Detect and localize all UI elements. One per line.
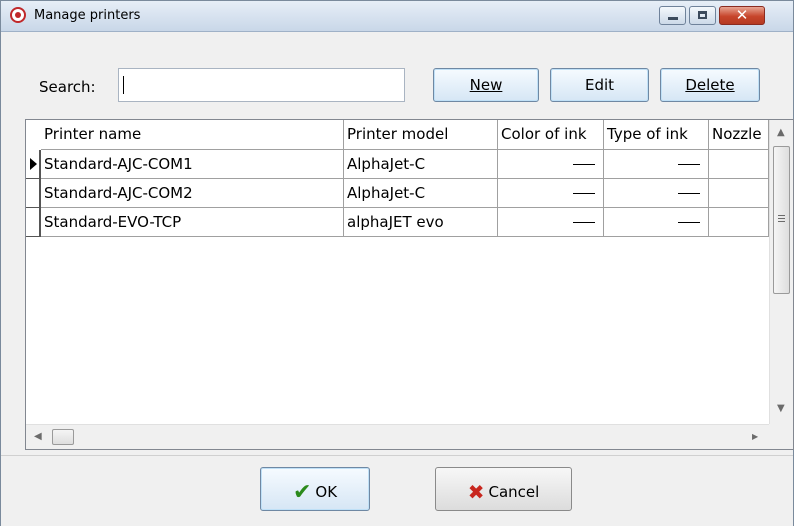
grip-line <box>778 218 785 219</box>
row-header[interactable] <box>26 208 41 237</box>
grip-line <box>778 215 785 216</box>
printers-grid[interactable]: Printer name Printer model Color of ink … <box>25 119 794 450</box>
grid-corner <box>26 120 42 150</box>
close-button[interactable]: ✕ <box>719 6 765 25</box>
cell-printer-name[interactable]: Standard-EVO-TCP <box>41 208 344 237</box>
cell-printer-model[interactable]: AlphaJet-C <box>344 150 498 179</box>
new-button[interactable]: New <box>433 68 539 102</box>
search-label: Search: <box>39 78 96 96</box>
column-header-type-of-ink[interactable]: Type of ink <box>604 120 709 150</box>
minimize-icon <box>668 17 678 20</box>
cell-type-of-ink[interactable] <box>604 179 709 208</box>
cell-printer-model[interactable]: AlphaJet-C <box>344 179 498 208</box>
column-header-printer-model[interactable]: Printer model <box>344 120 498 150</box>
row-header[interactable] <box>26 150 41 179</box>
scroll-right-arrow-icon[interactable]: ▶ <box>752 432 758 442</box>
scroll-down-arrow-icon[interactable]: ▼ <box>777 404 785 414</box>
delete-button[interactable]: Delete <box>660 68 760 102</box>
checkmark-icon: ✔ <box>292 480 312 505</box>
app-icon <box>10 7 26 23</box>
empty-value-dash <box>573 164 595 165</box>
grip-line <box>778 221 785 222</box>
ok-button-label: OK <box>315 483 338 501</box>
vertical-scrollbar[interactable]: ▲ ▼ <box>769 120 793 424</box>
vertical-scroll-thumb[interactable] <box>773 146 790 294</box>
maximize-icon <box>698 11 707 19</box>
ok-button[interactable]: ✔ OK <box>260 467 370 511</box>
cell-nozzle[interactable] <box>709 150 769 179</box>
column-header-color-of-ink[interactable]: Color of ink <box>498 120 604 150</box>
search-input[interactable] <box>118 68 405 102</box>
cell-printer-name[interactable]: Standard-AJC-COM1 <box>41 150 344 179</box>
close-icon: ✕ <box>735 6 749 24</box>
edit-button-label: Edit <box>584 76 615 94</box>
new-button-label: New <box>469 76 503 94</box>
cell-color-of-ink[interactable] <box>498 208 604 237</box>
window-title: Manage printers <box>34 8 141 23</box>
empty-value-dash <box>573 222 595 223</box>
maximize-button[interactable] <box>689 6 716 25</box>
horizontal-scroll-thumb[interactable] <box>52 429 74 445</box>
cancel-button-label: Cancel <box>488 483 540 501</box>
empty-value-dash <box>678 193 700 194</box>
scroll-left-arrow-icon[interactable]: ◀ <box>34 432 42 442</box>
horizontal-scrollbar[interactable]: ◀ ▶ <box>26 424 769 449</box>
text-caret <box>123 76 124 94</box>
cell-printer-model[interactable]: alphaJET evo <box>344 208 498 237</box>
scroll-up-arrow-icon[interactable]: ▲ <box>777 128 785 138</box>
current-row-indicator-icon <box>30 158 37 170</box>
delete-button-label: Delete <box>685 76 735 94</box>
empty-value-dash <box>678 164 700 165</box>
cell-nozzle[interactable] <box>709 179 769 208</box>
manage-printers-window: Manage printers ✕ Search: New Edit Delet… <box>0 0 794 526</box>
cell-color-of-ink[interactable] <box>498 150 604 179</box>
column-header-printer-name[interactable]: Printer name <box>41 120 344 150</box>
row-header[interactable] <box>26 179 41 208</box>
minimize-button[interactable] <box>659 6 686 25</box>
title-bar[interactable]: Manage printers ✕ <box>1 1 793 32</box>
dialog-footer <box>1 455 793 526</box>
empty-value-dash <box>573 193 595 194</box>
cancel-button[interactable]: ✖ Cancel <box>435 467 572 511</box>
scrollbar-corner <box>769 424 793 449</box>
edit-button[interactable]: Edit <box>550 68 649 102</box>
cell-type-of-ink[interactable] <box>604 208 709 237</box>
cell-nozzle[interactable] <box>709 208 769 237</box>
cell-printer-name[interactable]: Standard-AJC-COM2 <box>41 179 344 208</box>
column-header-nozzle[interactable]: Nozzle <box>709 120 769 150</box>
empty-value-dash <box>678 222 700 223</box>
cell-color-of-ink[interactable] <box>498 179 604 208</box>
cell-type-of-ink[interactable] <box>604 150 709 179</box>
x-mark-icon: ✖ <box>467 480 485 504</box>
